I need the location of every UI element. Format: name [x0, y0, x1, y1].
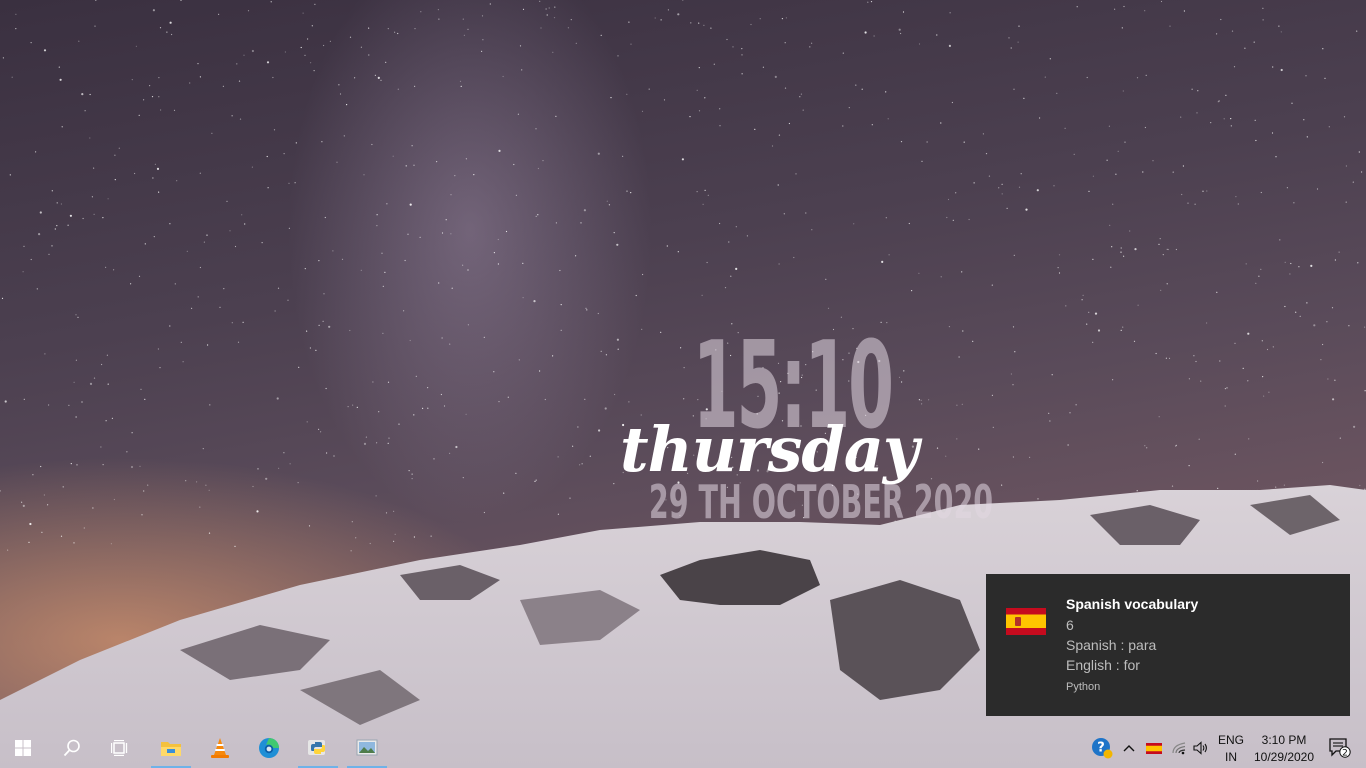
spain-flag-icon: [1146, 742, 1162, 754]
task-view-button[interactable]: [98, 728, 142, 768]
tray-show-hidden-button[interactable]: [1118, 728, 1140, 768]
action-center-button[interactable]: 2: [1320, 728, 1360, 768]
search-icon: [63, 739, 80, 757]
notification-spanish-word: Spanish : para: [1066, 637, 1157, 653]
notification-toast[interactable]: Spanish vocabulary 6 Spanish : para Engl…: [986, 574, 1350, 716]
tray-date: 10/29/2020: [1253, 750, 1315, 764]
wifi-icon: [1172, 742, 1186, 755]
taskbar-app-image-viewer[interactable]: [347, 728, 387, 768]
notification-title: Spanish vocabulary: [1066, 596, 1199, 612]
notification-count: 6: [1066, 617, 1074, 633]
taskbar-app-vlc[interactable]: [200, 728, 240, 768]
python-icon: [308, 740, 325, 755]
notification-count-badge: 2: [1342, 748, 1348, 758]
tray-help-button[interactable]: ?: [1089, 728, 1115, 768]
taskbar-app-python[interactable]: [298, 728, 338, 768]
tray-spanish-app[interactable]: [1142, 728, 1166, 768]
tray-network-button[interactable]: [1168, 728, 1190, 768]
task-view-icon: [111, 740, 128, 756]
help-icon: ?: [1092, 738, 1113, 759]
search-button[interactable]: [50, 728, 94, 768]
tray-time: 3:10 PM: [1261, 733, 1307, 747]
tray-clock-button[interactable]: 3:10 PM 10/29/2020: [1250, 728, 1318, 768]
notification-english-word: English : for: [1066, 657, 1140, 673]
chevron-up-icon: [1123, 745, 1135, 752]
windows-logo-icon: [15, 740, 31, 756]
clock-date: 29 TH OCTOBER 2020: [648, 475, 994, 529]
language-region: IN: [1225, 750, 1237, 764]
action-center-icon: 2: [1329, 738, 1351, 758]
taskbar-app-edge[interactable]: [249, 728, 289, 768]
taskbar-app-file-explorer[interactable]: [151, 728, 191, 768]
folder-icon: [161, 742, 181, 756]
tray-volume-button[interactable]: [1190, 728, 1212, 768]
language-code: ENG: [1217, 733, 1244, 747]
volume-icon: [1193, 741, 1207, 755]
photo-icon: [356, 739, 378, 756]
edge-icon: [259, 738, 279, 758]
notification-source: Python: [1066, 681, 1101, 693]
taskbar: ? ENG IN 3:10 PM 10/29/2020 2: [0, 728, 1366, 768]
spain-flag-icon: [1006, 608, 1046, 635]
tray-language-button[interactable]: ENG IN: [1213, 728, 1249, 768]
start-button[interactable]: [0, 728, 46, 768]
vlc-cone-icon: [211, 738, 229, 758]
desktop-wallpaper: 15:10 thursday 29 TH OCTOBER 2020 Spanis…: [0, 0, 1366, 768]
